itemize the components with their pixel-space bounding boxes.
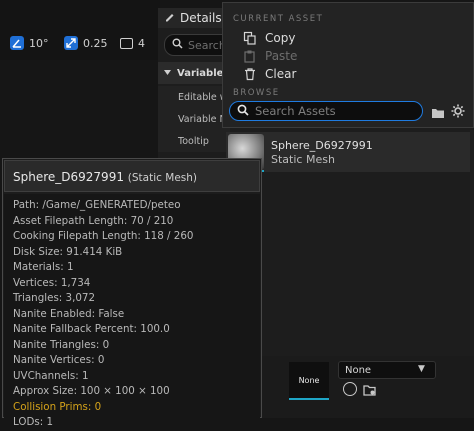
chevron-down-icon: ▼ xyxy=(418,364,425,374)
clear-label: Clear xyxy=(265,67,297,81)
copy-label: Copy xyxy=(265,31,296,45)
paste-menu-item[interactable]: Paste xyxy=(243,47,297,65)
tab-details[interactable]: Details xyxy=(158,8,228,28)
scale-snap-button[interactable]: 0.25 xyxy=(60,32,112,54)
clear-menu-item[interactable]: Clear xyxy=(243,65,296,83)
combo-value: None xyxy=(345,364,372,376)
scale-snap-icon xyxy=(64,36,78,50)
prop-row-tooltip[interactable]: Tooltip xyxy=(158,130,230,152)
prop-row-editable[interactable]: Editable wh xyxy=(158,86,230,108)
camera-speed-button[interactable]: 4 xyxy=(116,32,149,54)
tooltip-asset-type: (Static Mesh) xyxy=(127,172,197,184)
copy-menu-item[interactable]: Copy xyxy=(243,29,295,47)
asset-type: Static Mesh xyxy=(271,153,335,166)
tooltip-line: Asset Filepath Length: 70 / 210 xyxy=(13,214,174,227)
tooltip-line: Approx Size: 100 × 100 × 100 xyxy=(13,385,170,397)
tooltip-line: Nanite Vertices: 0 xyxy=(13,354,105,366)
details-search-placeholder: Search xyxy=(188,38,226,52)
tooltip-line: LODs: 1 xyxy=(13,416,54,428)
prop-label: Tooltip xyxy=(178,135,209,147)
tooltip-line: Materials: 1 xyxy=(13,261,74,273)
tooltip-title: Sphere_D6927991 (Static Mesh) xyxy=(13,170,197,184)
folder-icon[interactable] xyxy=(431,104,445,123)
details-tab-label: Details xyxy=(180,11,222,25)
use-selected-icon[interactable] xyxy=(343,382,357,396)
angle-snap-icon xyxy=(10,36,24,50)
tooltip-line-warning: Collision Prims: 0 xyxy=(13,400,102,413)
current-asset-header: CURRENT ASSET xyxy=(233,14,324,24)
prop-row-variable-name[interactable]: Variable Na xyxy=(158,108,230,130)
tooltip-line: Cooking Filepath Length: 118 / 260 xyxy=(13,230,194,242)
tooltip-line: Triangles: 3,072 xyxy=(13,292,96,304)
search-icon xyxy=(172,38,183,52)
asset-search-input[interactable]: Search Assets xyxy=(229,101,423,121)
tooltip-line: Nanite Fallback Percent: 100.0 xyxy=(13,323,170,335)
tooltip-asset-name: Sphere_D6927991 xyxy=(13,170,124,184)
angle-snap-value: 10° xyxy=(29,36,49,50)
copy-icon xyxy=(243,31,257,45)
category-variable[interactable]: Variable xyxy=(158,62,230,84)
browse-header: BROWSE xyxy=(233,88,280,98)
tooltip-line: Path: /Game/_GENERATED/peteo xyxy=(13,199,181,211)
tooltip-line: Nanite Enabled: False xyxy=(13,307,125,320)
paste-icon xyxy=(243,49,257,63)
angle-snap-button[interactable]: 10° xyxy=(6,32,53,54)
viewport-toolbar: 10° 0.25 4 xyxy=(0,0,160,60)
trash-icon xyxy=(243,67,257,81)
paste-label: Paste xyxy=(265,49,298,63)
browse-folder-icon[interactable] xyxy=(363,382,377,401)
gear-icon[interactable] xyxy=(451,103,465,122)
asset-picker-menu: CURRENT ASSET Copy Paste Clear BROWSE Se… xyxy=(222,2,474,128)
tooltip-line: Nanite Triangles: 0 xyxy=(13,338,110,351)
search-icon xyxy=(237,104,249,119)
tooltip-line: UVChannels: 1 xyxy=(13,369,89,382)
swatch-label: None xyxy=(298,375,320,385)
tooltip-properties: Path: /Game/_GENERATED/peteo Asset Filep… xyxy=(13,198,193,431)
pencil-icon xyxy=(164,11,175,25)
camera-icon xyxy=(120,37,133,49)
tooltip-line: Disk Size: 91.414 KiB xyxy=(13,245,123,258)
tooltip-line: Vertices: 1,734 xyxy=(13,276,91,289)
scale-snap-value: 0.25 xyxy=(83,36,108,50)
collapse-triangle-icon xyxy=(164,68,171,79)
asset-search-placeholder: Search Assets xyxy=(255,104,336,118)
camera-speed-value: 4 xyxy=(138,36,145,50)
category-label: Variable xyxy=(177,67,224,79)
asset-thumbnail-none[interactable]: None xyxy=(289,362,329,400)
asset-name: Sphere_D6927991 xyxy=(271,139,373,152)
